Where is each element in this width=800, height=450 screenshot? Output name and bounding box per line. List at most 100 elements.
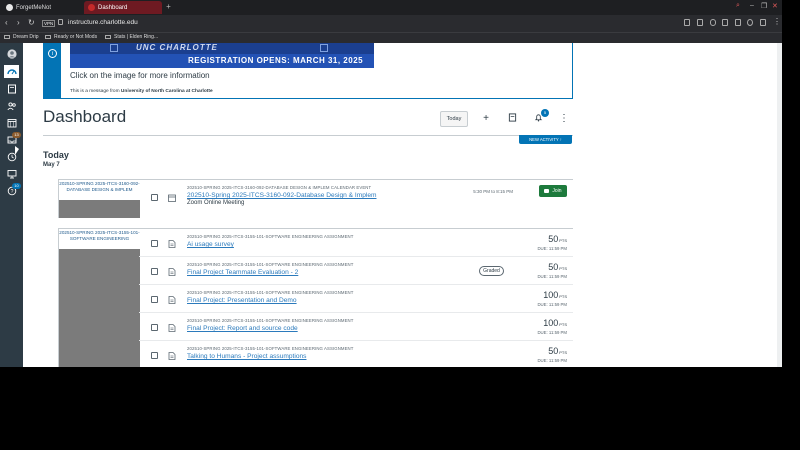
complete-checkbox[interactable] [151,194,158,201]
minimize-icon[interactable]: – [750,2,754,9]
due-time: DUE: 11:59 PM [537,302,567,307]
browser-window: ForgetMeNot Dashboard + ⌕ – ❐ ✕ ‹ › ↻ VP… [0,0,782,367]
search-icon[interactable]: ⌕ [736,2,740,10]
weekly-view-icon[interactable] [506,113,518,125]
complete-checkbox[interactable] [151,240,158,247]
item-type-label: 202510-SPRING 2025-ITCS-3155-101-SOFTWAR… [187,346,354,351]
course-card[interactable]: 202510-SPRING 2025-ITCS-3160-092-DATABAS… [58,180,140,218]
item-title-link[interactable]: 202510-Spring 2025-ITCS-3160-092-Databas… [187,192,377,199]
groups-icon [6,101,16,110]
item-type-label: 202510-SPRING 2025-ITCS-3155-101-SOFTWAR… [187,318,354,323]
announcement-title: Click on the image for more information [70,71,210,80]
points-value: 100PTS [543,318,567,328]
points-value: 50PTS [548,262,567,272]
planner-item: 202510-SPRING 2025-ITCS-3155-101-SOFTWAR… [139,313,573,341]
course-image [59,249,140,367]
bookmark-ready-or-not[interactable]: Ready or Not Mods [45,34,97,40]
planner-item: 202510-SPRING 2025-ITCS-3160-092-DATABAS… [139,180,573,218]
play-icon[interactable] [722,19,728,26]
lock-icon[interactable] [58,19,63,25]
nav-courses[interactable] [4,82,19,95]
menu-icon[interactable]: ⋮ [773,17,781,26]
bookmark-dream-drip[interactable]: Dream Drip [4,34,39,40]
announcement-banner-image[interactable]: UNC CHARLOTTE REGISTRATION OPENS: MARCH … [70,43,374,68]
url-field[interactable]: instructure.charlotte.edu [68,19,138,26]
join-label: Join [552,188,562,194]
tab-favicon-icon [88,4,95,11]
add-todo-icon[interactable]: + [480,113,492,125]
item-title-link[interactable]: Ai usage survey [187,241,234,248]
complete-checkbox[interactable] [151,324,158,331]
new-activity-button[interactable]: NEW ACTIVITY ↑ [519,135,572,144]
item-type-label: 202510-SPRING 2025-ITCS-3160-092-DATABAS… [187,185,372,190]
complete-checkbox[interactable] [151,268,158,275]
points-unit: PTS [559,266,567,271]
dashboard-icon [6,68,17,74]
banner-decoration-icon [320,44,328,52]
nav-account[interactable] [4,47,19,60]
global-announcement: i UNC CHARLOTTE REGISTRATION OPENS: MARC… [43,43,573,99]
course-name[interactable]: 202510-SPRING 2025-ITCS-3160-092-DATABAS… [59,180,140,200]
item-title-link[interactable]: Talking to Humans - Project assumptions [187,353,306,360]
join-zoom-button[interactable]: Join [539,185,567,197]
points-number: 50 [548,346,559,356]
vpn-badge[interactable]: VPN [42,20,56,27]
complete-checkbox[interactable] [151,296,158,303]
maximize-icon[interactable]: ❐ [761,2,767,10]
points-unit: PTS [559,350,567,355]
notifications-badge: 5 [541,109,549,117]
inbox-badge: 13 [12,132,21,138]
reload-icon[interactable]: ↻ [28,18,35,27]
folder-icon [45,35,51,39]
due-time: DUE: 11:59 PM [537,274,567,279]
nav-dashboard[interactable] [4,65,19,78]
planner-item: 202510-SPRING 2025-ITCS-3155-101-SOFTWAR… [139,229,573,257]
mouse-cursor-icon [15,146,19,155]
page-scrollbar[interactable] [777,43,782,367]
source-org: University of North Carolina at Charlott… [120,89,213,94]
nav-studio[interactable] [4,167,19,180]
folder-icon [4,35,10,39]
tab-forgetmenot[interactable]: ForgetMeNot [2,1,78,14]
back-icon[interactable]: ‹ [5,18,8,27]
assignment-icon [168,268,176,276]
planner-item: 202510-SPRING 2025-ITCS-3155-101-SOFTWAR… [139,257,573,285]
points-number: 50 [548,234,559,244]
course-name[interactable]: 202510-SPRING 2025-ITCS-3155-101-SOFTWAR… [59,229,140,249]
item-title-link[interactable]: Final Project Teammate Evaluation - 2 [187,269,298,276]
nav-calendar[interactable] [4,116,19,129]
tab-dashboard[interactable]: Dashboard [84,1,162,14]
tab-favicon-icon [6,4,13,11]
points-value: 50PTS [548,346,567,356]
more-options-icon[interactable]: ⋮ [558,113,570,125]
points-number: 100 [543,318,559,328]
bookmark-elden-ring[interactable]: Stats | Elden Ring... [105,34,158,40]
info-icon: i [48,49,57,58]
heart-icon[interactable] [747,19,753,26]
item-type-label: 202510-SPRING 2025-ITCS-3155-101-SOFTWAR… [187,234,354,239]
due-time: DUE: 11:59 PM [537,330,567,335]
course-card[interactable]: 202510-SPRING 2025-ITCS-3155-101-SOFTWAR… [58,229,140,367]
bookmarks-bar: Dream Drip Ready or Not Mods Stats | Eld… [0,32,782,43]
due-time: DUE: 11:59 PM [537,246,567,251]
close-icon[interactable]: ✕ [772,2,778,10]
extension-icon[interactable] [684,19,690,26]
item-title-link[interactable]: Final Project: Presentation and Demo [187,297,297,304]
sidebar-icon[interactable] [760,19,766,26]
item-location: Zoom Online Meeting [187,200,245,206]
graded-badge: Graded [479,266,504,276]
planner-course-group: 202510-SPRING 2025-ITCS-3160-092-DATABAS… [58,179,573,218]
item-title-link[interactable]: Final Project: Report and source code [187,325,298,332]
header-divider [43,135,573,136]
shield-icon[interactable] [710,19,716,26]
tab-label: ForgetMeNot [16,4,52,11]
calendar-icon [7,118,16,127]
new-tab-button[interactable]: + [164,3,173,12]
download-icon[interactable] [697,19,703,26]
forward-icon[interactable]: › [17,18,20,27]
main-content: i UNC CHARLOTTE REGISTRATION OPENS: MARC… [23,43,782,367]
wallet-icon[interactable] [735,19,741,26]
today-button[interactable]: Today [440,111,468,127]
complete-checkbox[interactable] [151,352,158,359]
nav-groups[interactable] [4,99,19,112]
